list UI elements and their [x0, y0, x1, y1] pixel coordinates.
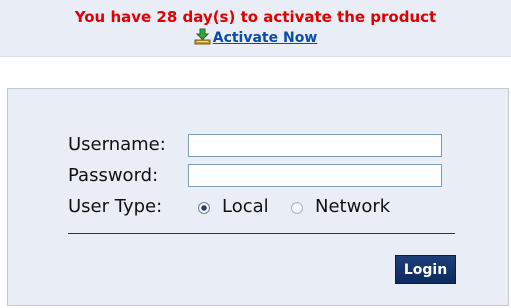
password-label: Password: — [68, 165, 159, 186]
login-button[interactable]: Login — [395, 255, 456, 284]
user-type-label: User Type: — [68, 196, 163, 217]
activate-now-row: Activate Now — [0, 28, 511, 51]
network-radio[interactable] — [291, 202, 303, 214]
download-arrow-icon — [194, 28, 211, 51]
username-input[interactable] — [188, 134, 442, 157]
username-label: Username: — [68, 134, 166, 155]
network-radio-label[interactable]: Network — [315, 196, 390, 218]
activation-banner: You have 28 day(s) to activate the produ… — [0, 0, 511, 57]
activate-now-link[interactable]: Activate Now — [213, 30, 318, 46]
login-panel: Username: Password: User Type: Local Net… — [7, 88, 509, 306]
local-radio[interactable] — [198, 202, 210, 214]
form-divider — [68, 233, 455, 234]
activation-message: You have 28 day(s) to activate the produ… — [74, 8, 437, 26]
password-input[interactable] — [188, 164, 442, 187]
local-radio-label[interactable]: Local — [222, 196, 269, 218]
